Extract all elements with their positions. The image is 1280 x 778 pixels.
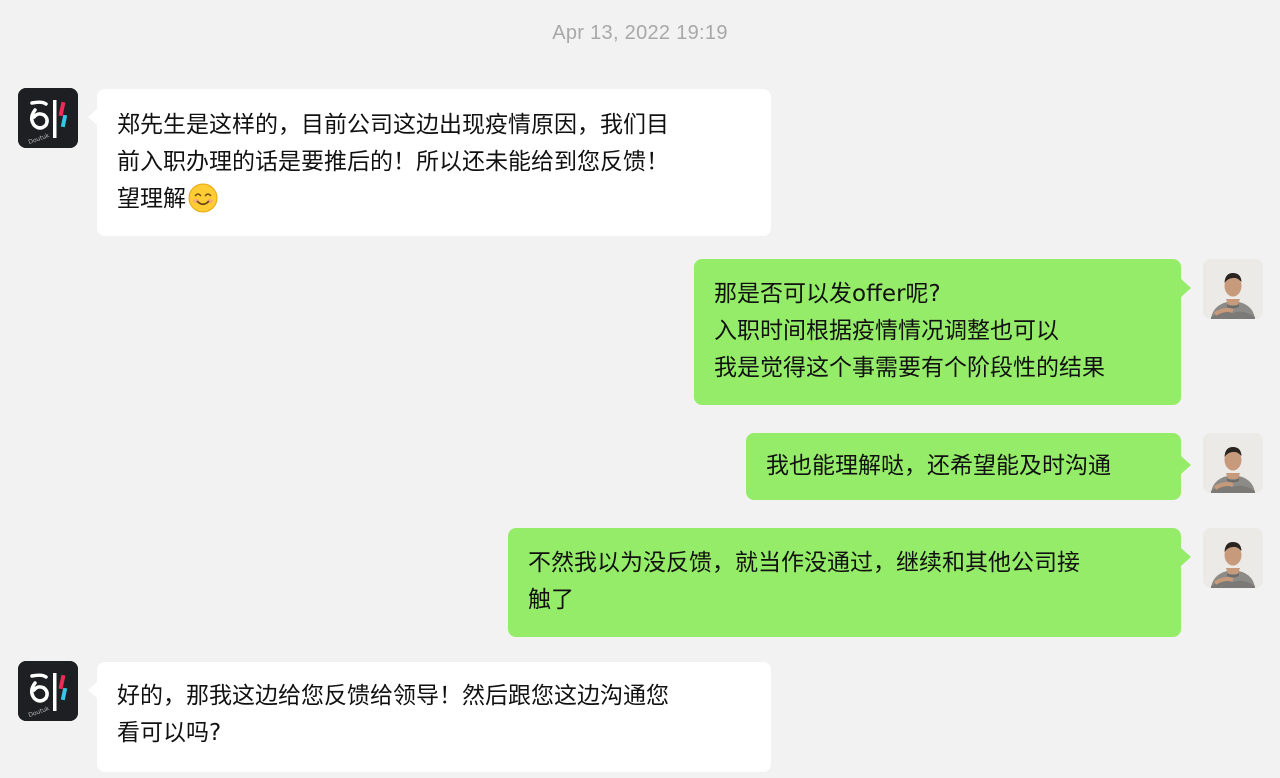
bubble-tail — [1181, 548, 1191, 566]
message-text-line: 不然我以为没反馈，就当作没通过，继续和其他公司接 — [528, 550, 1080, 576]
message-text-line: 我是觉得这个事需要有个阶段性的结果 — [714, 355, 1105, 381]
message-bubble-outgoing[interactable]: 不然我以为没反馈，就当作没通过，继续和其他公司接 触了 — [508, 528, 1181, 637]
message-text-line: 好的，那我这边给您反馈给领导！然后跟您这边沟通您 — [117, 683, 669, 709]
message-text-line: 看可以吗? — [117, 720, 222, 746]
message-bubble-incoming[interactable]: 郑先生是这样的，目前公司这边出现疫情原因，我们目 前入职办理的话是要推后的！所以… — [97, 89, 771, 236]
message-bubble-incoming[interactable]: 好的，那我这边给您反馈给领导！然后跟您这边沟通您 看可以吗? — [97, 662, 771, 772]
user-photo-icon — [1203, 259, 1263, 319]
company-avatar[interactable] — [18, 88, 78, 148]
message-timestamp: Apr 13, 2022 19:19 — [552, 22, 728, 44]
smiling-face-icon — [188, 183, 218, 213]
bubble-tail — [1181, 279, 1191, 297]
user-avatar[interactable] — [1203, 433, 1263, 493]
message-text-line: 那是否可以发offer呢? — [714, 281, 941, 307]
doutuk-logo-icon — [18, 88, 78, 148]
message-text-line: 我也能理解哒，还希望能及时沟通 — [766, 453, 1111, 479]
user-photo-icon — [1203, 433, 1263, 493]
message-bubble-outgoing[interactable]: 我也能理解哒，还希望能及时沟通 — [746, 433, 1181, 500]
message-text-line: 郑先生是这样的，目前公司这边出现疫情原因，我们目 — [117, 112, 669, 138]
user-avatar[interactable] — [1203, 259, 1263, 319]
doutuk-logo-icon — [18, 661, 78, 721]
company-avatar[interactable] — [18, 661, 78, 721]
message-text-line: 望理解 — [117, 186, 186, 212]
user-avatar[interactable] — [1203, 528, 1263, 588]
message-text-line: 触了 — [528, 587, 574, 613]
user-photo-icon — [1203, 528, 1263, 588]
message-text-line: 入职时间根据疫情情况调整也可以 — [714, 318, 1059, 344]
message-bubble-outgoing[interactable]: 那是否可以发offer呢? 入职时间根据疫情情况调整也可以 我是觉得这个事需要有… — [694, 259, 1181, 405]
bubble-tail — [1181, 456, 1191, 474]
message-text-line: 前入职办理的话是要推后的！所以还未能给到您反馈！ — [117, 149, 669, 175]
